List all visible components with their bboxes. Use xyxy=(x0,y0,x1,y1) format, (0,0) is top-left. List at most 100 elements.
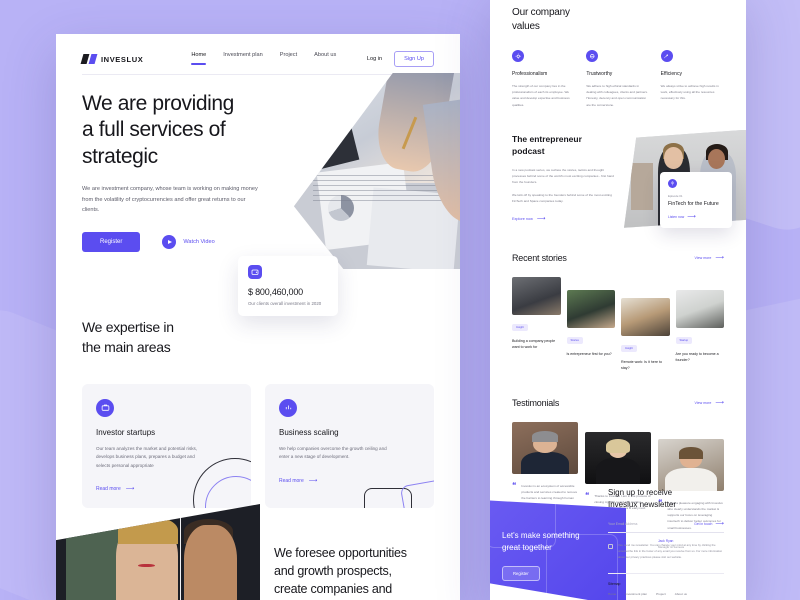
nav-link-project[interactable]: Project xyxy=(280,52,297,66)
hero-stat-caption: Our clients overall investment in 2020 xyxy=(248,301,322,306)
hero-heading-line2-post: of xyxy=(203,118,226,142)
testimonials-header: Testimonials View more ⟶ xyxy=(512,397,724,410)
podcast-explore-label: Explore now xyxy=(512,217,533,222)
hero-paragraph: We are investment company, whose team is… xyxy=(82,186,258,214)
story-thumbnail xyxy=(566,290,615,329)
newsletter-consent-checkbox[interactable] xyxy=(608,544,613,550)
foresee-section: We foresee opportunities and growth pros… xyxy=(56,504,460,600)
story-thumbnail xyxy=(512,277,561,316)
value-title: Trustworthy xyxy=(586,71,613,77)
expertise-card-title: Business scaling xyxy=(279,427,339,437)
story-tag: Stories xyxy=(566,336,583,345)
hero-section: We are providing a full services of stra… xyxy=(56,73,460,316)
values-heading-line2: values xyxy=(512,21,540,32)
value-professionalism: Professionalism The strength of our comp… xyxy=(512,50,575,108)
login-link[interactable]: Log in xyxy=(367,56,382,62)
arrow-right-icon: ⟶ xyxy=(308,477,318,484)
expertise-cards: Investor startups Our team analyzes the … xyxy=(82,383,434,509)
story-title: Are you ready to become a founder? xyxy=(675,352,719,363)
podcast-listen-link[interactable]: Listen now ⟶ xyxy=(668,214,724,220)
story-card[interactable]: Insight Remote work: Is it here to stay? xyxy=(621,298,670,371)
newsletter-submit-button[interactable]: Get in touch ⟶ xyxy=(694,521,724,527)
watch-video-label: Watch Video xyxy=(183,239,215,246)
sitemap-link-about-us[interactable]: About us xyxy=(675,592,687,596)
logo[interactable]: INVESLUX xyxy=(80,54,143,64)
footer-divider xyxy=(608,573,724,574)
testimonial-avatar xyxy=(658,438,724,491)
testimonials-view-more[interactable]: View more ⟶ xyxy=(694,400,724,406)
cta-register-button[interactable]: Register xyxy=(502,566,540,581)
handshake-icon xyxy=(586,50,599,62)
expertise-heading-line1: We expertise in xyxy=(82,319,174,336)
expertise-card-title: Investor startups xyxy=(96,427,156,437)
values-row: Professionalism The strength of our comp… xyxy=(512,50,724,108)
arrow-right-icon: ⟶ xyxy=(125,486,135,493)
cta-panel: Let's make something great together Regi… xyxy=(490,500,626,600)
nav-actions: Log in Sign Up xyxy=(367,51,434,67)
recent-stories-header: Recent stories View more ⟶ xyxy=(512,252,724,265)
hero-heading-line2-pre: a xyxy=(82,118,99,142)
podcast-episode-number: Episode 01 xyxy=(668,194,683,199)
podcast-paragraph-1: In a new podcast series, we surface the … xyxy=(512,167,614,184)
story-thumbnail xyxy=(675,290,724,329)
foresee-line1: We foresee opportunities xyxy=(274,545,407,560)
newsletter-form: Get in touch ⟶ xyxy=(608,521,724,534)
hero-stat-value: $ 800,460,000 xyxy=(248,287,303,297)
story-thumbnail xyxy=(621,298,670,337)
sitemap-links: Home Investment plan Project About us xyxy=(608,592,724,596)
recent-stories-section: Recent stories View more ⟶ Insight Build… xyxy=(512,252,724,371)
story-title: Building a company people want to work f… xyxy=(512,339,556,350)
foresee-photo xyxy=(56,504,260,600)
value-trustworthy: Trustworthy We adhere to high ethical st… xyxy=(586,50,649,108)
hero-heading-highlight: full services xyxy=(96,117,205,143)
story-card[interactable]: Stories Is entrepreneur first for you? xyxy=(566,290,615,357)
signup-button[interactable]: Sign Up xyxy=(394,51,434,67)
recent-stories-view-more-label: View more xyxy=(694,256,712,261)
screenshot-stage: INVESLUX Home Investment plan Project Ab… xyxy=(0,0,800,600)
expertise-heading-line2: the main areas xyxy=(82,338,171,355)
newsletter-email-input[interactable] xyxy=(608,522,689,527)
story-card[interactable]: Startup Are you ready to become a founde… xyxy=(675,290,724,363)
nav-link-about-us[interactable]: About us xyxy=(314,52,336,66)
microphone-icon xyxy=(668,179,677,189)
expertise-card-body: Our team analyzes the market and potenti… xyxy=(96,445,198,468)
sitemap-link-investment-plan[interactable]: Investment plan xyxy=(625,592,647,596)
podcast-episode-card[interactable]: Episode 01 FinTech for the Future Listen… xyxy=(660,172,732,229)
recent-stories-heading: Recent stories xyxy=(512,253,567,264)
landing-page-right: Our company values Professionalism The s… xyxy=(490,0,746,600)
nav-link-investment-plan[interactable]: Investment plan xyxy=(223,52,263,66)
nav-link-home[interactable]: Home xyxy=(191,52,206,66)
story-title: Remote work: Is it here to stay? xyxy=(621,360,662,371)
register-button[interactable]: Register xyxy=(82,232,141,253)
expertise-card-business-scaling[interactable]: Business scaling We help companies overc… xyxy=(265,383,434,509)
hero-heading: We are providing a full services of stra… xyxy=(82,91,292,170)
arrow-right-icon: ⟶ xyxy=(687,214,696,221)
expertise-card-investor-startups[interactable]: Investor startups Our team analyzes the … xyxy=(82,383,251,509)
sitemap-link-home[interactable]: Home xyxy=(608,592,616,596)
right-page-content: Our company values Professionalism The s… xyxy=(490,0,746,549)
foresee-heading: We foresee opportunities and growth pros… xyxy=(274,544,446,598)
podcast-episode-title: FinTech for the Future xyxy=(668,201,719,208)
expertise-card-read-more[interactable]: Read more ⟶ xyxy=(96,486,237,492)
foresee-line3: create companies and xyxy=(274,581,392,596)
expertise-section: We expertise in the main areas Investor … xyxy=(56,318,460,509)
bar-chart-icon xyxy=(279,398,297,417)
expertise-card-read-more-label: Read more xyxy=(96,486,121,493)
podcast-paragraph-2: We kick off by speaking to the founders … xyxy=(512,193,612,204)
wallet-icon xyxy=(248,265,262,279)
value-body: We adhere to high ethical standards in d… xyxy=(586,84,648,107)
sitemap-link-project[interactable]: Project xyxy=(656,592,666,596)
expertise-card-read-more[interactable]: Read more ⟶ xyxy=(279,478,420,484)
gear-icon xyxy=(512,50,524,62)
podcast-heading-line2: podcast xyxy=(512,145,545,156)
watch-video-button[interactable]: Watch Video xyxy=(162,235,215,250)
arrow-right-icon: ⟶ xyxy=(715,521,724,528)
briefcase-icon xyxy=(96,398,114,417)
recent-stories-view-more[interactable]: View more ⟶ xyxy=(694,255,724,261)
story-tag: Insight xyxy=(512,323,528,332)
testimonial-avatar xyxy=(512,421,578,474)
sitemap-label: Sitemap xyxy=(608,582,621,586)
story-card[interactable]: Insight Building a company people want t… xyxy=(512,277,561,350)
arrow-right-icon: ⟶ xyxy=(536,216,546,223)
podcast-section: The entrepreneur podcast In a new podcas… xyxy=(512,129,746,229)
